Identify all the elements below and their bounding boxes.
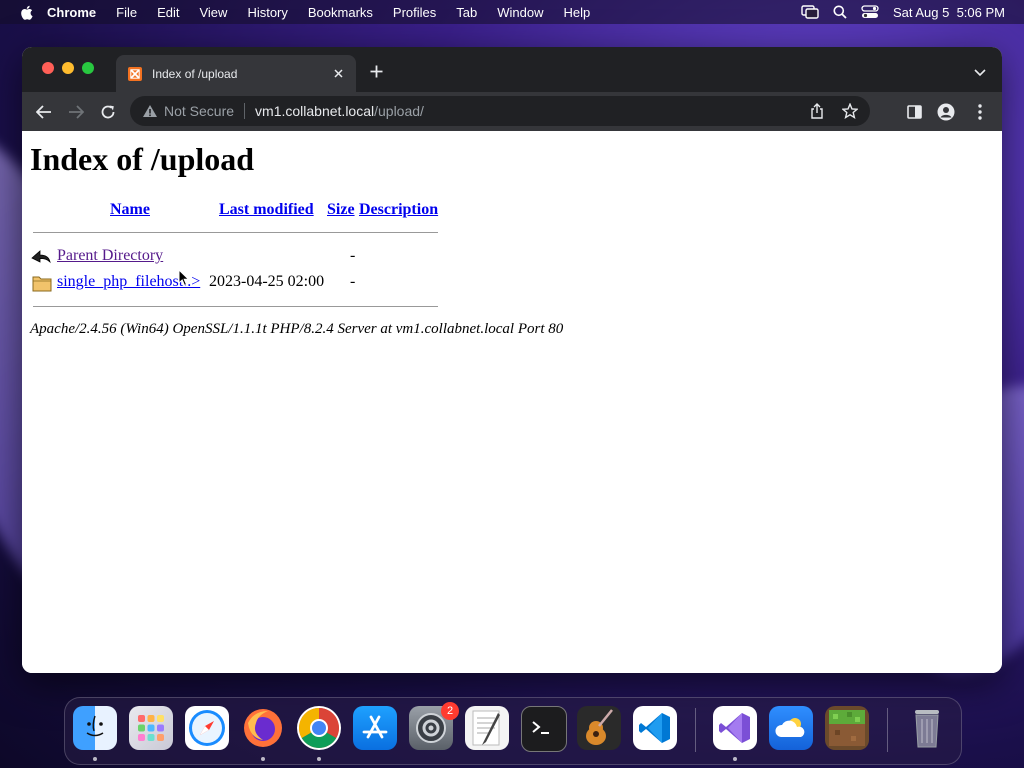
menu-file[interactable]: File — [116, 5, 137, 20]
system-settings-icon[interactable]: 2 — [409, 702, 459, 750]
running-indicator — [93, 757, 97, 761]
column-header-description[interactable]: Description — [359, 201, 438, 219]
dock: 2 — [64, 697, 962, 765]
vscode-icon[interactable] — [633, 706, 677, 750]
parent-directory-link[interactable]: Parent Directory — [57, 247, 163, 265]
launchpad-icon[interactable] — [129, 706, 173, 750]
terminal-icon[interactable] — [521, 706, 567, 752]
row-last-modified: 2023-04-25 02:00 — [209, 273, 325, 290]
chrome-icon[interactable] — [297, 706, 341, 750]
close-tab-icon[interactable] — [330, 66, 346, 82]
finder-icon[interactable] — [73, 706, 117, 750]
menu-bar: Chrome File Edit View History Bookmarks … — [0, 0, 1024, 24]
folder-icon — [32, 274, 52, 297]
tab-active[interactable]: Index of /upload — [116, 55, 356, 92]
menu-tab[interactable]: Tab — [456, 5, 477, 20]
apple-menu-icon[interactable] — [19, 4, 33, 20]
not-secure-warning-icon[interactable] — [142, 103, 158, 119]
address-host: vm1.collabnet.local — [255, 103, 375, 119]
page-title: Index of /upload — [30, 141, 255, 177]
row-size: - — [350, 273, 356, 290]
footer-divider — [33, 306, 438, 307]
mouse-pointer-icon — [178, 268, 190, 292]
menu-app-name[interactable]: Chrome — [47, 5, 96, 20]
row-size: - — [350, 247, 356, 264]
bookmark-star-icon[interactable] — [841, 102, 859, 122]
tab-title: Index of /upload — [152, 66, 238, 81]
menu-profiles[interactable]: Profiles — [393, 5, 436, 20]
browser-window: Index of /upload Not Secure vm1.collabne… — [22, 47, 1002, 673]
spotlight-search-icon[interactable] — [833, 5, 847, 19]
xampp-favicon-icon — [128, 66, 142, 81]
share-icon[interactable] — [810, 103, 824, 122]
menu-bookmarks[interactable]: Bookmarks — [308, 5, 373, 20]
page-content: Index of /upload Name Last modified Size… — [22, 131, 1002, 673]
running-indicator — [317, 757, 321, 761]
security-label[interactable]: Not Secure — [164, 103, 234, 119]
reload-icon[interactable] — [98, 102, 118, 122]
menu-window[interactable]: Window — [497, 5, 543, 20]
screen-mirroring-icon[interactable] — [801, 5, 819, 19]
server-signature: Apache/2.4.56 (Win64) OpenSSL/1.1.1t PHP… — [30, 321, 564, 337]
column-header-size[interactable]: Size — [327, 201, 355, 219]
garageband-icon[interactable] — [577, 706, 621, 750]
browser-toolbar: Not Secure vm1.collabnet.local/upload/ — [22, 92, 1002, 131]
app-store-icon[interactable] — [353, 706, 397, 750]
settings-badge: 2 — [441, 702, 459, 720]
back-icon[interactable] — [34, 102, 54, 122]
header-divider — [33, 232, 438, 233]
zoom-window-button[interactable] — [82, 62, 94, 74]
firefox-icon[interactable] — [241, 706, 285, 750]
trash-icon[interactable] — [905, 706, 949, 750]
profile-avatar-icon[interactable] — [936, 102, 956, 122]
running-indicator — [733, 757, 737, 761]
control-center-icon[interactable] — [861, 5, 879, 19]
column-header-last-modified[interactable]: Last modified — [219, 201, 314, 219]
address-separator — [244, 103, 246, 119]
close-window-button[interactable] — [42, 62, 54, 74]
tab-strip: Index of /upload — [22, 47, 1002, 92]
tab-search-chevron-icon[interactable] — [974, 64, 988, 77]
menu-edit[interactable]: Edit — [157, 5, 179, 20]
menubar-clock[interactable]: Sat Aug 5 5:06 PM — [893, 5, 1005, 20]
minecraft-icon[interactable] — [825, 706, 869, 750]
column-header-name[interactable]: Name — [110, 201, 150, 219]
dock-separator — [695, 708, 696, 752]
address-path: /upload/ — [374, 103, 424, 119]
address-bar[interactable]: Not Secure vm1.collabnet.local/upload/ — [130, 96, 870, 126]
safari-icon[interactable] — [185, 706, 229, 750]
weather-icon[interactable] — [769, 706, 813, 750]
textedit-icon[interactable] — [465, 706, 509, 750]
dock-separator — [887, 708, 888, 752]
menu-help[interactable]: Help — [564, 5, 591, 20]
forward-icon[interactable] — [66, 102, 86, 122]
menu-view[interactable]: View — [199, 5, 227, 20]
side-panel-icon[interactable] — [904, 102, 924, 122]
back-icon — [31, 247, 51, 272]
chrome-menu-icon[interactable] — [970, 102, 990, 122]
visual-studio-icon[interactable] — [713, 706, 757, 750]
menu-history[interactable]: History — [247, 5, 287, 20]
running-indicator — [261, 757, 265, 761]
new-tab-icon[interactable] — [367, 62, 385, 80]
minimize-window-button[interactable] — [62, 62, 74, 74]
